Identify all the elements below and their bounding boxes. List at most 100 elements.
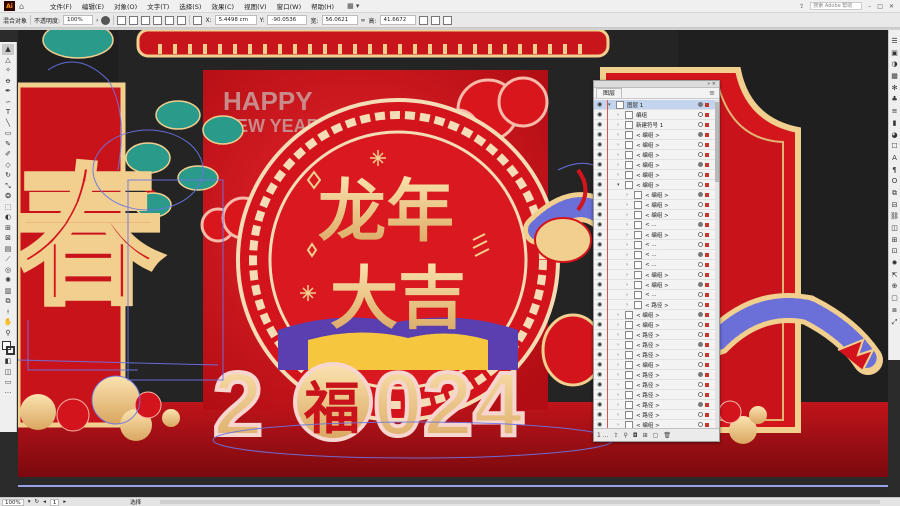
menu-item[interactable]: 编辑(E): [77, 1, 109, 11]
chevron-down-icon[interactable]: ▾: [608, 102, 613, 108]
layer-row[interactable]: ◉ › < 路径 >: [594, 370, 719, 380]
target-circle-icon[interactable]: [698, 262, 703, 267]
properties-icon[interactable]: ☰: [890, 36, 899, 48]
selection-indicator[interactable]: [705, 112, 709, 117]
gradient-icon[interactable]: ▮: [890, 118, 899, 130]
layer-row[interactable]: ◉ › < 编组 >: [594, 200, 719, 210]
target-circle-icon[interactable]: [698, 212, 703, 217]
target-circle-icon[interactable]: [698, 222, 703, 227]
help-search-input[interactable]: 搜索 Adobe 帮助: [810, 2, 863, 10]
layer-row[interactable]: ◉ › < 路径 >: [594, 390, 719, 400]
target-circle-icon[interactable]: [698, 142, 703, 147]
layer-row[interactable]: ◉ › < 编组 >: [594, 420, 719, 428]
selection-indicator[interactable]: [705, 352, 709, 357]
appearance-icon[interactable]: ☐: [890, 141, 899, 153]
selection-tool-icon[interactable]: ▲: [2, 44, 14, 55]
chevron-right-icon[interactable]: ›: [626, 302, 631, 308]
visibility-eye-icon[interactable]: ◉: [597, 161, 604, 168]
align-panel-icon[interactable]: ⊞: [890, 235, 899, 247]
target-circle-icon[interactable]: [698, 272, 703, 277]
target-circle-icon[interactable]: [698, 402, 703, 407]
color-icon[interactable]: ◑: [890, 59, 899, 71]
visibility-eye-icon[interactable]: ◉: [597, 291, 604, 298]
layer-row[interactable]: ◉ › < ...: [594, 290, 719, 300]
asset-export-icon[interactable]: ⇱: [890, 270, 899, 282]
chevron-right-icon[interactable]: ›: [617, 312, 622, 318]
layer-row[interactable]: ◉ › < 路径 >: [594, 410, 719, 420]
layers-icon[interactable]: ⧉: [890, 188, 899, 200]
transform-panel-icon[interactable]: ⊡: [890, 246, 899, 258]
selection-indicator[interactable]: [705, 382, 709, 387]
horizontal-scrollbar[interactable]: [160, 500, 880, 504]
panel-collapse-icon[interactable]: » ✕: [707, 81, 716, 87]
selection-indicator[interactable]: [705, 362, 709, 367]
chevron-right-icon[interactable]: ›: [626, 232, 631, 238]
zoom-input[interactable]: 100%: [2, 498, 24, 506]
menu-item[interactable]: 对象(O): [109, 1, 142, 11]
navigator-icon[interactable]: ⊕: [890, 281, 899, 293]
target-circle-icon[interactable]: [698, 132, 703, 137]
target-circle-icon[interactable]: [698, 392, 703, 397]
chevron-right-icon[interactable]: ›: [617, 172, 622, 178]
shape-builder-tool-icon[interactable]: ◐: [2, 212, 14, 223]
layer-row[interactable]: ◉ › < 编组 >: [594, 280, 719, 290]
visibility-eye-icon[interactable]: ◉: [597, 121, 604, 128]
rectangle-tool-icon[interactable]: ▭: [2, 128, 14, 139]
expand-icon[interactable]: ⤢: [890, 317, 899, 329]
home-icon[interactable]: ⌂: [19, 2, 29, 11]
chevron-down-icon[interactable]: ▾: [617, 182, 622, 188]
selection-indicator[interactable]: [705, 272, 709, 277]
layer-row[interactable]: ◉ › < 编组 >: [594, 190, 719, 200]
target-circle-icon[interactable]: [698, 302, 703, 307]
symbols-icon[interactable]: ♣: [890, 94, 899, 106]
visibility-eye-icon[interactable]: ◉: [597, 171, 604, 178]
selection-indicator[interactable]: [705, 372, 709, 377]
visibility-eye-icon[interactable]: ◉: [597, 401, 604, 408]
align-icon[interactable]: [117, 15, 127, 25]
selection-indicator[interactable]: [705, 232, 709, 237]
selection-indicator[interactable]: [705, 242, 709, 247]
panel-menu-icon[interactable]: ≡: [709, 89, 715, 97]
chevron-right-icon[interactable]: ›: [626, 202, 631, 208]
layer-row[interactable]: ◉ › < 编组 >: [594, 210, 719, 220]
selection-indicator[interactable]: [705, 342, 709, 347]
visibility-eye-icon[interactable]: ◉: [597, 311, 604, 318]
target-circle-icon[interactable]: [698, 362, 703, 367]
layer-row[interactable]: ◉ › < 路径 >: [594, 380, 719, 390]
artboard-input[interactable]: 1: [49, 498, 60, 506]
chevron-right-icon[interactable]: ›: [626, 282, 631, 288]
selection-indicator[interactable]: [705, 132, 709, 137]
artboard-tool-icon[interactable]: ⧉: [2, 296, 14, 307]
visibility-eye-icon[interactable]: ◉: [597, 191, 604, 198]
visibility-eye-icon[interactable]: ◉: [597, 351, 604, 358]
perspective-grid-tool-icon[interactable]: ⊞: [2, 223, 14, 234]
visibility-eye-icon[interactable]: ◉: [597, 101, 604, 108]
slice-tool-icon[interactable]: ⟊: [2, 307, 14, 318]
new-layer-icon[interactable]: ▢: [653, 432, 659, 439]
layer-row[interactable]: ◉ › < 编组 >: [594, 150, 719, 160]
layer-row[interactable]: ◉ ▾ < 编组 >: [594, 180, 719, 190]
target-circle-icon[interactable]: [698, 112, 703, 117]
scale-tool-icon[interactable]: ⤡: [2, 181, 14, 192]
lasso-tool-icon[interactable]: ꝋ: [2, 76, 14, 87]
align-icon[interactable]: [153, 15, 163, 25]
visibility-eye-icon[interactable]: ◉: [597, 341, 604, 348]
visibility-eye-icon[interactable]: ◉: [597, 281, 604, 288]
link-icon[interactable]: ∞: [361, 17, 366, 24]
chevron-right-icon[interactable]: ›: [626, 252, 631, 258]
target-circle-icon[interactable]: [698, 422, 703, 427]
align-icon[interactable]: [141, 15, 151, 25]
chevron-right-icon[interactable]: ›: [617, 112, 622, 118]
chevron-right-icon[interactable]: ›: [617, 132, 622, 138]
align-icon[interactable]: [177, 15, 187, 25]
recolor-icon[interactable]: [101, 15, 111, 25]
warp-tool-icon[interactable]: ❂: [2, 191, 14, 202]
shaper-tool-icon[interactable]: ✐: [2, 149, 14, 160]
next-artboard-icon[interactable]: ▸: [63, 499, 66, 505]
target-circle-icon[interactable]: [698, 172, 703, 177]
character-icon[interactable]: A: [890, 153, 899, 165]
chevron-right-icon[interactable]: ›: [617, 372, 622, 378]
visibility-eye-icon[interactable]: ◉: [597, 321, 604, 328]
selection-indicator[interactable]: [705, 222, 709, 227]
selection-indicator[interactable]: [705, 282, 709, 287]
